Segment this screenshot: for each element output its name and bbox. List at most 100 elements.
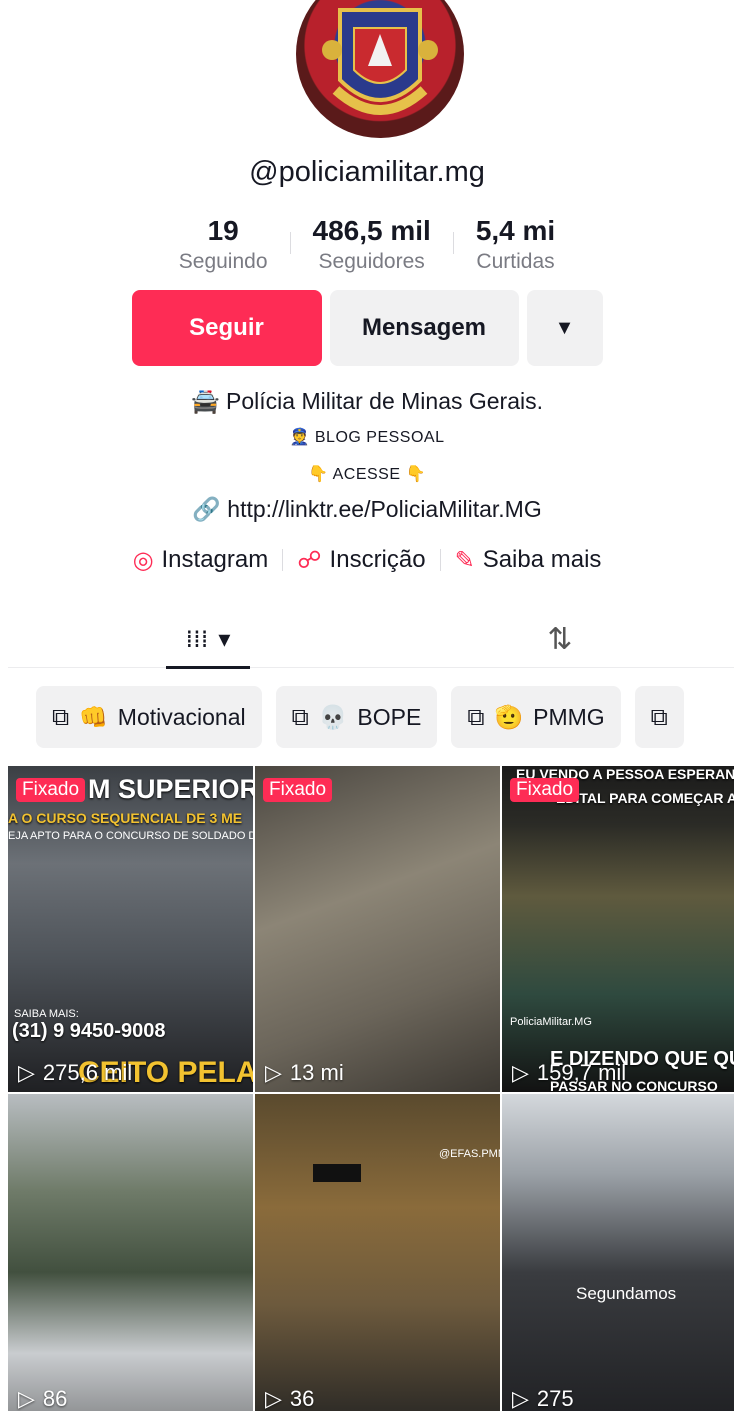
stat-likes[interactable]: 5,4 mi Curtidas <box>454 214 577 276</box>
link-icon: 🔗 <box>192 497 221 523</box>
playlist-label: PMMG <box>533 703 605 730</box>
play-icon: ▷ <box>18 1386 35 1411</box>
follow-button[interactable]: Seguir <box>131 290 322 366</box>
social-links: ◎ Instagram ☍ Inscrição ✎ Saiba mais <box>0 546 734 574</box>
profile-bio: 🚔 Polícia Militar de Minas Gerais. 👮 BLO… <box>0 384 734 493</box>
thumbnail-caption: @EFAS.PMMG <box>439 1148 500 1160</box>
thumbnail-caption: Segundamos <box>576 1284 677 1303</box>
bio-text-3: ACESSE <box>332 466 401 483</box>
view-count-text: 275,6 mil <box>42 1060 133 1085</box>
view-count: ▷ 13 mi <box>265 1060 344 1086</box>
profile-username: @policiamilitar.mg <box>249 156 485 188</box>
tab-reposts[interactable]: ⇅ <box>530 610 590 668</box>
instagram-icon: ◎ <box>132 546 154 574</box>
play-icon: ▷ <box>265 1060 282 1086</box>
stat-followers-value: 486,5 mil <box>312 215 431 246</box>
social-label: Saiba mais <box>482 546 602 573</box>
thumbnail-caption: SAIBA MAIS: <box>14 1008 79 1020</box>
view-count-text: 86 <box>42 1386 68 1411</box>
view-count: ▷ 86 <box>18 1386 67 1411</box>
video-thumbnail[interactable]: ▷ 86 <box>8 1094 253 1411</box>
video-thumbnail[interactable]: Fixado ▷ 13 mi <box>255 766 500 1092</box>
profile-stats: 19 Seguindo 486,5 mil Seguidores 5,4 mi … <box>0 214 734 276</box>
thumbnail-caption: EDITAL PARA COMEÇAR A ESTUDAR <box>556 790 734 806</box>
social-saiba-mais[interactable]: ✎ Saiba mais <box>455 546 602 574</box>
playlist-chip-more[interactable]: ⧉ <box>634 686 684 748</box>
active-tab-indicator <box>166 666 250 669</box>
playlist-chip-bope[interactable]: ⧉ 💀 BOPE <box>275 686 438 748</box>
play-icon: ▷ <box>512 1060 529 1086</box>
social-inscricao[interactable]: ☍ Inscrição <box>297 546 425 574</box>
stat-likes-value: 5,4 mi <box>475 215 556 246</box>
playlist-icon: ⧉ <box>291 703 309 731</box>
police-crest-icon <box>322 8 438 115</box>
profile-avatar[interactable] <box>296 0 464 138</box>
link-icon: ☍ <box>297 546 322 574</box>
view-count-text: 159,7 mil <box>536 1060 627 1085</box>
video-thumbnail[interactable]: EU VENDO A PESSOA ESPERANDO SAIR EDITAL … <box>502 766 734 1092</box>
pinned-badge: Fixado <box>510 778 580 802</box>
bio-link-text: http://linktr.ee/PoliciaMilitar.MG <box>227 496 542 522</box>
stat-following-value: 19 <box>207 215 239 246</box>
stat-following-label: Seguindo <box>178 250 268 273</box>
view-count: ▷ 275 <box>512 1386 574 1411</box>
police-car-icon: 🚔 <box>190 389 220 415</box>
thumbnail-caption: PoliciaMilitar.MG <box>510 1016 592 1028</box>
view-count: ▷ 159,7 mil <box>512 1060 626 1086</box>
pointing-down-icon: 👇 <box>308 464 329 483</box>
social-instagram[interactable]: ◎ Instagram <box>133 546 269 574</box>
bio-text-1: Polícia Militar de Minas Gerais. <box>226 388 544 414</box>
social-label: Instagram <box>161 546 269 573</box>
playlist-icon: ⧉ <box>52 703 70 731</box>
social-label: Inscrição <box>329 546 426 573</box>
chevron-down-icon: ▾ <box>218 625 231 653</box>
stat-followers-label: Seguidores <box>318 250 425 273</box>
video-grid: M SUPERIOR? A O CURSO SEQUENCIAL DE 3 ME… <box>8 766 734 1411</box>
play-icon: ▷ <box>512 1386 529 1411</box>
grid-icon: ⁞⁞⁞ <box>185 625 209 653</box>
view-count-text: 36 <box>289 1386 315 1411</box>
more-options-button[interactable]: ▼ <box>526 290 603 366</box>
view-count: ▷ 275,6 mil <box>18 1060 132 1086</box>
view-count-text: 275 <box>536 1386 574 1411</box>
stat-following[interactable]: 19 Seguindo <box>157 214 290 276</box>
video-thumbnail[interactable]: M SUPERIOR? A O CURSO SEQUENCIAL DE 3 ME… <box>8 766 253 1092</box>
repost-icon: ⇅ <box>547 621 573 657</box>
edit-icon: ✎ <box>454 546 475 574</box>
salute-icon: 🫡 <box>494 704 524 731</box>
playlist-chip-pmmg[interactable]: ⧉ 🫡 PMMG <box>451 686 621 748</box>
pinned-badge: Fixado <box>263 778 333 802</box>
social-divider <box>282 549 284 571</box>
fist-icon: 👊 <box>79 704 108 731</box>
pointing-down-icon: 👇 <box>405 464 426 483</box>
stat-followers[interactable]: 486,5 mil Seguidores <box>291 214 453 276</box>
police-officer-icon: 👮 <box>289 427 310 446</box>
stat-likes-label: Curtidas <box>476 250 555 273</box>
playlist-chip-motivacional[interactable]: ⧉ 👊 Motivacional <box>36 686 262 748</box>
bio-line-2: 👮 BLOG PESSOAL <box>0 419 734 456</box>
bio-text-2: BLOG PESSOAL <box>314 429 445 446</box>
play-icon: ▷ <box>18 1060 35 1086</box>
skull-icon: 💀 <box>318 704 348 731</box>
caret-down-icon: ▼ <box>554 316 575 339</box>
video-thumbnail[interactable]: @EFAS.PMMG ▷ 36 <box>255 1094 500 1411</box>
playlist-chips: ⧉ 👊 Motivacional ⧉ 💀 BOPE ⧉ 🫡 PMMG ⧉ <box>36 686 684 748</box>
profile-actions: Seguir Mensagem ▼ <box>0 290 734 366</box>
playlist-icon: ⧉ <box>650 703 668 731</box>
view-count: ▷ 36 <box>265 1386 314 1411</box>
video-thumbnail[interactable]: Segundamos ▷ 275 <box>502 1094 734 1411</box>
thumbnail-caption: A O CURSO SEQUENCIAL DE 3 ME <box>8 810 243 826</box>
play-icon: ▷ <box>265 1386 282 1411</box>
playlist-label: Motivacional <box>117 703 246 730</box>
tab-videos[interactable]: ⁞⁞⁞ ▾ <box>166 610 250 668</box>
pinned-badge: Fixado <box>16 778 86 802</box>
content-tabs: ⁞⁞⁞ ▾ ⇅ <box>8 610 734 669</box>
message-button[interactable]: Mensagem <box>329 290 519 366</box>
censor-bar <box>313 1164 361 1182</box>
bio-line-3: 👇 ACESSE 👇 <box>0 456 734 493</box>
bio-line-1: 🚔 Polícia Militar de Minas Gerais. <box>0 384 734 419</box>
bio-link[interactable]: 🔗 http://linktr.ee/PoliciaMilitar.MG <box>0 496 734 523</box>
view-count-text: 13 mi <box>289 1060 344 1085</box>
playlist-label: BOPE <box>357 703 422 730</box>
thumbnail-caption: (31) 9 9450-9008 <box>12 1020 166 1042</box>
